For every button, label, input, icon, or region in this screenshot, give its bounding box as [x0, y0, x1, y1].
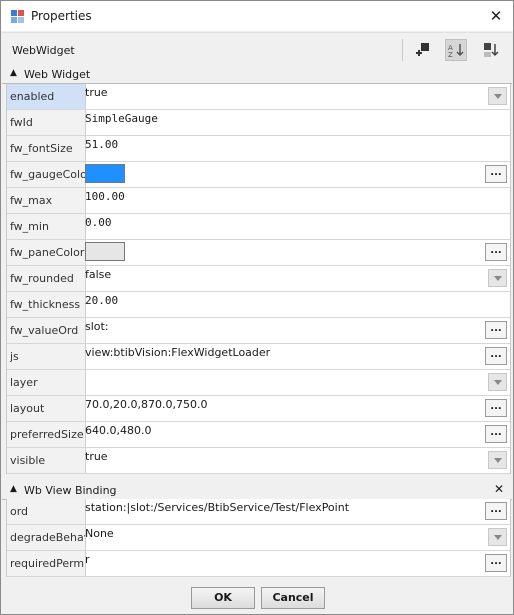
- property-name: fw_gaugeColor: [7, 162, 86, 187]
- object-name: WebWidget: [12, 44, 75, 57]
- property-grid-web-widget: enabled true fwId SimpleGauge fw_fontSize 51.…: [6, 84, 511, 474]
- property-value[interactable]: 20.00: [85, 294, 118, 307]
- ellipsis-button[interactable]: ...: [485, 165, 507, 183]
- sort-az-icon[interactable]: AZ: [445, 39, 467, 61]
- property-name: preferredSize: [7, 422, 86, 447]
- property-value[interactable]: view:btibVision:FlexWidgetLoader: [85, 346, 270, 359]
- property-row-fw_rounded[interactable]: fw_rounded false: [7, 266, 510, 292]
- property-value[interactable]: station:|slot:/Services/BtibService/Test…: [85, 501, 349, 514]
- property-value[interactable]: true: [85, 86, 108, 99]
- color-swatch[interactable]: [85, 242, 125, 261]
- section-label: Web Widget: [24, 68, 91, 81]
- property-name: fw_thickness: [7, 292, 86, 317]
- title-bar: Properties ✕: [1, 1, 513, 31]
- property-value[interactable]: 640.0,480.0: [85, 424, 151, 437]
- property-row-fw_gaugeColor[interactable]: fw_gaugeColor...: [7, 162, 510, 188]
- property-name: fw_min: [7, 214, 86, 239]
- property-value[interactable]: 51.00: [85, 138, 118, 151]
- property-value[interactable]: r: [85, 553, 90, 566]
- property-row-ord[interactable]: ord station:|slot:/Services/BtibService/T…: [7, 499, 510, 525]
- property-name: fw_max: [7, 188, 86, 213]
- property-row-preferredSize[interactable]: preferredSize 640.0,480.0...: [7, 422, 510, 448]
- window-title: Properties: [31, 9, 92, 23]
- ellipsis-button[interactable]: ...: [485, 347, 507, 365]
- property-name: visible: [7, 448, 86, 473]
- collapse-arrow-icon[interactable]: ▲: [10, 484, 17, 494]
- property-name: requiredPermissions: [7, 551, 86, 576]
- ok-button[interactable]: OK: [191, 587, 255, 609]
- property-name: fwId: [7, 110, 86, 135]
- section-wb-view-binding[interactable]: ▲ Wb View Binding ✕: [2, 482, 512, 500]
- property-value[interactable]: SimpleGauge: [85, 112, 158, 125]
- property-name: ord: [7, 499, 86, 524]
- ellipsis-button[interactable]: ...: [485, 243, 507, 261]
- property-value[interactable]: false: [85, 268, 111, 281]
- sort-order-icon[interactable]: [480, 39, 502, 61]
- app-icon: [11, 10, 24, 23]
- ellipsis-button[interactable]: ...: [485, 425, 507, 443]
- color-swatch[interactable]: [85, 164, 125, 183]
- property-row-fw_thickness[interactable]: fw_thickness 20.00: [7, 292, 510, 318]
- svg-text:Z: Z: [448, 51, 453, 58]
- property-value[interactable]: slot:: [85, 320, 109, 333]
- property-row-visible[interactable]: visible true: [7, 448, 510, 474]
- property-row-fwId[interactable]: fwId SimpleGauge: [7, 110, 510, 136]
- property-value[interactable]: None: [85, 527, 114, 540]
- close-icon[interactable]: ✕: [487, 7, 505, 25]
- property-name: degradeBehavior: [7, 525, 86, 550]
- property-value[interactable]: 0.00: [85, 216, 112, 229]
- chevron-down-icon[interactable]: [488, 87, 507, 105]
- property-row-degradeBehavior[interactable]: degradeBehaviorNone: [7, 525, 510, 551]
- ellipsis-button[interactable]: ...: [485, 502, 507, 520]
- ellipsis-button[interactable]: ...: [485, 554, 507, 572]
- collapse-arrow-icon[interactable]: ▲: [10, 68, 17, 78]
- chevron-down-icon[interactable]: [488, 451, 507, 469]
- property-value[interactable]: 70.0,20.0,870.0,750.0: [85, 398, 207, 411]
- property-row-layout[interactable]: layout 70.0,20.0,870.0,750.0...: [7, 396, 510, 422]
- property-row-fw_min[interactable]: fw_min 0.00: [7, 214, 510, 240]
- property-name: fw_paneColor: [7, 240, 86, 265]
- object-header: WebWidget AZ: [2, 32, 512, 65]
- remove-section-icon[interactable]: ✕: [494, 482, 504, 496]
- ellipsis-button[interactable]: ...: [485, 321, 507, 339]
- add-slot-icon[interactable]: [412, 39, 434, 61]
- property-row-fw_paneColor[interactable]: fw_paneColor...: [7, 240, 510, 266]
- chevron-down-icon[interactable]: [488, 373, 507, 391]
- property-row-enabled[interactable]: enabled true: [7, 84, 510, 110]
- toolbar-separator: [402, 39, 403, 61]
- property-name: js: [7, 344, 86, 369]
- chevron-down-icon[interactable]: [488, 528, 507, 546]
- section-label: Wb View Binding: [24, 484, 117, 497]
- property-name: fw_fontSize: [7, 136, 86, 161]
- property-row-fw_valueOrd[interactable]: fw_valueOrd slot:...: [7, 318, 510, 344]
- property-name: fw_valueOrd: [7, 318, 86, 343]
- ellipsis-button[interactable]: ...: [485, 399, 507, 417]
- property-row-fw_fontSize[interactable]: fw_fontSize 51.00: [7, 136, 510, 162]
- property-name: layer: [7, 370, 86, 395]
- section-web-widget[interactable]: ▲ Web Widget: [2, 66, 512, 84]
- property-value[interactable]: true: [85, 450, 108, 463]
- property-name: enabled: [7, 84, 86, 109]
- property-name: layout: [7, 396, 86, 421]
- property-row-requiredPermissions[interactable]: requiredPermissionsr...: [7, 551, 510, 577]
- property-row-js[interactable]: js view:btibVision:FlexWidgetLoader...: [7, 344, 510, 370]
- properties-dialog: Properties ✕ WebWidget AZ ▲ Web Widget e…: [0, 0, 514, 615]
- property-name: fw_rounded: [7, 266, 86, 291]
- chevron-down-icon[interactable]: [488, 269, 507, 287]
- property-row-fw_max[interactable]: fw_max 100.00: [7, 188, 510, 214]
- property-row-layer[interactable]: layer: [7, 370, 510, 396]
- property-grid-wb-view-binding: ord station:|slot:/Services/BtibService/T…: [6, 499, 511, 577]
- cancel-button[interactable]: Cancel: [261, 587, 325, 609]
- property-value[interactable]: 100.00: [85, 190, 125, 203]
